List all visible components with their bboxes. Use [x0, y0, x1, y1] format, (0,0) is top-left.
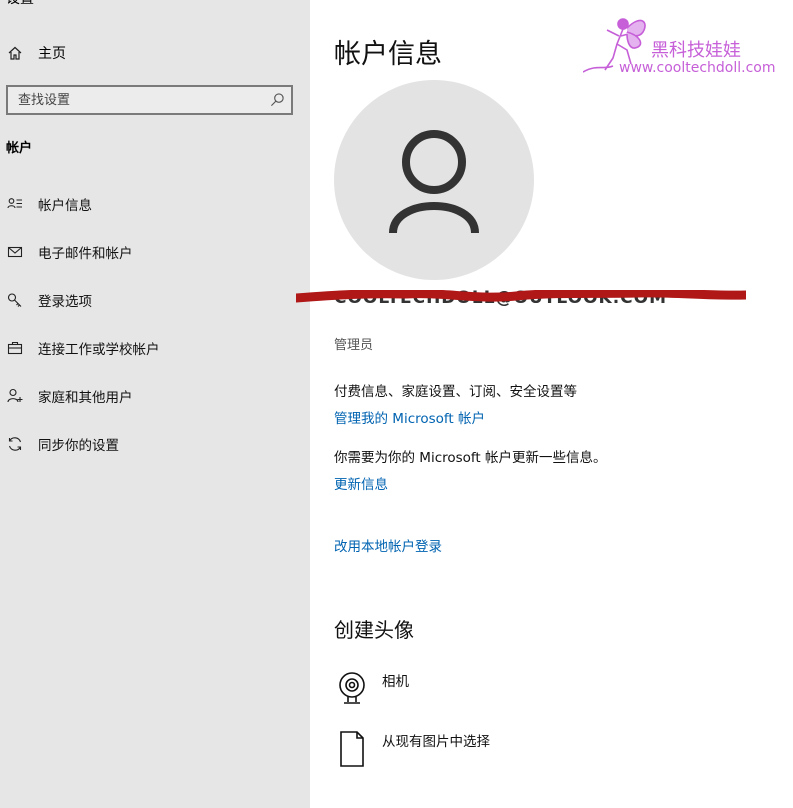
file-icon — [336, 730, 368, 770]
update-notice: 你需要为你的 Microsoft 帐户更新一些信息。 — [334, 450, 607, 466]
home-icon — [6, 44, 24, 62]
account-info-icon — [6, 195, 24, 213]
watermark-url: www.cooltechdoll.com — [619, 60, 776, 76]
sidebar-item-work-school[interactable]: 连接工作或学校帐户 — [6, 335, 302, 361]
add-person-icon — [6, 387, 24, 405]
manage-microsoft-account-link[interactable]: 管理我的 Microsoft 帐户 — [334, 407, 485, 427]
sidebar-item-label: 登录选项 — [38, 294, 92, 310]
key-icon — [6, 291, 24, 309]
sidebar-item-account-info[interactable]: 帐户信息 — [6, 191, 302, 217]
sidebar-item-email-accounts[interactable]: 电子邮件和帐户 — [6, 239, 302, 265]
browse-picture-option[interactable]: 从现有图片中选择 — [336, 730, 490, 770]
sidebar-item-label: 电子邮件和帐户 — [38, 246, 133, 262]
sidebar-item-family-users[interactable]: 家庭和其他用户 — [6, 383, 302, 409]
watermark-title: 黑科技娃娃 — [651, 40, 741, 61]
create-avatar-heading: 创建头像 — [334, 618, 414, 642]
update-info-link[interactable]: 更新信息 — [334, 473, 388, 493]
sidebar-item-label: 同步你的设置 — [38, 438, 119, 454]
user-icon — [389, 130, 479, 234]
local-account-link[interactable]: 改用本地帐户登录 — [334, 535, 442, 555]
camera-option[interactable]: 相机 — [336, 670, 409, 710]
avatar — [334, 80, 534, 280]
settings-search-box[interactable] — [6, 85, 293, 115]
main-content: 帐户信息 COOLTECHDOLL@OUTLOOK.COM 管理员 付费信息、家… — [296, 0, 793, 808]
sidebar-home[interactable]: 主页 — [6, 40, 296, 66]
watermark: 黑科技娃娃 www.cooltechdoll.com — [582, 14, 783, 78]
browse-label: 从现有图片中选择 — [382, 734, 490, 750]
sidebar-item-sync-settings[interactable]: 同步你的设置 — [6, 431, 302, 457]
camera-label: 相机 — [382, 674, 409, 690]
sidebar-item-label: 帐户信息 — [38, 198, 92, 214]
section-title: 帐户 — [6, 141, 33, 156]
page-title: 帐户信息 — [334, 39, 442, 70]
camera-icon — [336, 670, 368, 710]
briefcase-icon — [6, 339, 24, 357]
sidebar: 设置 主页 帐户 帐户信息 电子邮件和帐户 登录选项 连接工作 — [0, 0, 310, 808]
billing-text: 付费信息、家庭设置、订阅、安全设置等 — [334, 384, 577, 400]
window-title: 设置 — [6, 0, 34, 8]
redaction-mark — [296, 290, 746, 303]
account-role: 管理员 — [334, 338, 374, 353]
search-input[interactable] — [8, 87, 258, 113]
sidebar-item-label: 家庭和其他用户 — [38, 390, 133, 406]
sidebar-home-label: 主页 — [38, 46, 66, 62]
sidebar-item-label: 连接工作或学校帐户 — [38, 342, 160, 358]
sidebar-item-sign-in-options[interactable]: 登录选项 — [6, 287, 302, 313]
mail-icon — [6, 243, 24, 261]
sync-icon — [6, 435, 24, 453]
search-icon[interactable] — [270, 92, 285, 111]
